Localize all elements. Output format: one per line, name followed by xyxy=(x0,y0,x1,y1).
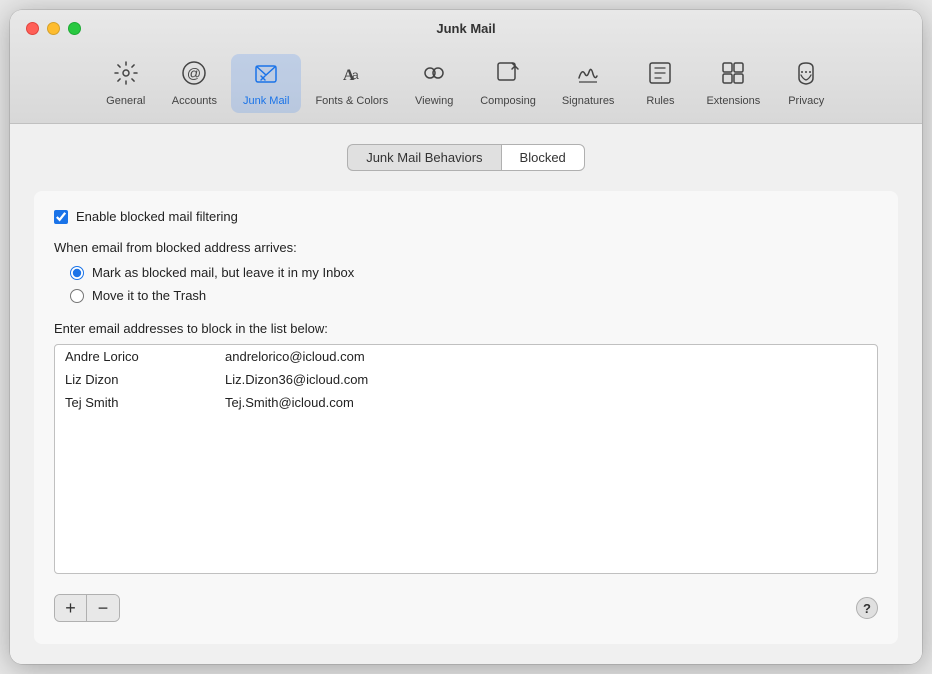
mark-blocked-radio[interactable] xyxy=(70,266,84,280)
composing-label: Composing xyxy=(480,95,536,107)
junk-mail-label: Junk Mail xyxy=(243,95,289,107)
contact-email: Liz.Dizon36@icloud.com xyxy=(215,368,877,391)
accounts-label: Accounts xyxy=(172,95,217,107)
rules-label: Rules xyxy=(646,95,674,107)
toolbar-item-rules[interactable]: Rules xyxy=(628,54,692,113)
contact-email: andrelorico@icloud.com xyxy=(215,345,877,368)
fonts-colors-label: Fonts & Colors xyxy=(315,95,388,107)
accounts-icon: @ xyxy=(181,60,207,91)
viewing-label: Viewing xyxy=(415,95,453,107)
toolbar-item-viewing[interactable]: Viewing xyxy=(402,54,466,113)
viewing-icon xyxy=(421,60,447,91)
when-label: When email from blocked address arrives: xyxy=(54,240,878,255)
enable-filter-checkbox[interactable] xyxy=(54,210,68,224)
move-trash-label: Move it to the Trash xyxy=(92,288,206,303)
bottom-bar: + − ? xyxy=(54,586,878,626)
general-icon xyxy=(113,60,139,91)
tab-junk-mail-behaviors[interactable]: Junk Mail Behaviors xyxy=(347,144,500,171)
svg-text:@: @ xyxy=(187,65,201,81)
toolbar-item-junk-mail[interactable]: Junk Mail xyxy=(231,54,301,113)
move-trash-radio[interactable] xyxy=(70,289,84,303)
extensions-icon xyxy=(720,60,746,91)
maximize-button[interactable] xyxy=(68,22,81,35)
contact-name: Liz Dizon xyxy=(55,368,215,391)
enable-filter-label: Enable blocked mail filtering xyxy=(76,209,238,224)
table-row: Andre Lorico andrelorico@icloud.com xyxy=(55,345,877,368)
signatures-label: Signatures xyxy=(562,95,615,107)
remove-button[interactable]: − xyxy=(87,595,119,621)
toolbar-item-composing[interactable]: Composing xyxy=(468,54,548,113)
enter-label: Enter email addresses to block in the li… xyxy=(54,321,878,336)
radio-row-mark: Mark as blocked mail, but leave it in my… xyxy=(70,265,878,280)
blocked-email-list[interactable]: Andre Lorico andrelorico@icloud.com Liz … xyxy=(54,344,878,574)
main-window: Junk Mail General @ xyxy=(10,10,922,664)
traffic-lights xyxy=(26,22,81,35)
tab-blocked[interactable]: Blocked xyxy=(501,144,585,171)
tab-bar: Junk Mail Behaviors Blocked xyxy=(34,144,898,171)
toolbar-item-signatures[interactable]: Signatures xyxy=(550,54,627,113)
enable-checkbox-row: Enable blocked mail filtering xyxy=(54,209,878,224)
close-button[interactable] xyxy=(26,22,39,35)
content-area: Junk Mail Behaviors Blocked Enable block… xyxy=(10,124,922,664)
blocked-settings-section: Enable blocked mail filtering When email… xyxy=(34,191,898,644)
table-row: Tej Smith Tej.Smith@icloud.com xyxy=(55,391,877,414)
title-bar: Junk Mail General @ xyxy=(10,10,922,124)
privacy-icon xyxy=(793,60,819,91)
privacy-label: Privacy xyxy=(788,95,824,107)
radio-group: Mark as blocked mail, but leave it in my… xyxy=(54,265,878,303)
rules-icon xyxy=(647,60,673,91)
add-remove-group: + − xyxy=(54,594,120,622)
toolbar-item-general[interactable]: General xyxy=(94,54,158,113)
toolbar-item-privacy[interactable]: Privacy xyxy=(774,54,838,113)
signatures-icon xyxy=(575,60,601,91)
extensions-label: Extensions xyxy=(706,95,760,107)
contact-name: Andre Lorico xyxy=(55,345,215,368)
general-label: General xyxy=(106,95,145,107)
help-button[interactable]: ? xyxy=(856,597,878,619)
minimize-button[interactable] xyxy=(47,22,60,35)
composing-icon xyxy=(495,60,521,91)
window-title: Junk Mail xyxy=(436,21,495,36)
junk-mail-icon xyxy=(253,60,279,91)
contact-name: Tej Smith xyxy=(55,391,215,414)
mark-blocked-label: Mark as blocked mail, but leave it in my… xyxy=(92,265,354,280)
contact-email: Tej.Smith@icloud.com xyxy=(215,391,877,414)
svg-text:a: a xyxy=(352,68,359,82)
toolbar-item-accounts[interactable]: @ Accounts xyxy=(160,54,229,113)
blocked-email-table: Andre Lorico andrelorico@icloud.com Liz … xyxy=(55,345,877,414)
table-row: Liz Dizon Liz.Dizon36@icloud.com xyxy=(55,368,877,391)
fonts-icon: A a xyxy=(339,60,365,91)
toolbar: General @ Accounts xyxy=(94,46,839,123)
toolbar-item-extensions[interactable]: Extensions xyxy=(694,54,772,113)
add-button[interactable]: + xyxy=(55,595,87,621)
radio-row-trash: Move it to the Trash xyxy=(70,288,878,303)
toolbar-item-fonts-colors[interactable]: A a Fonts & Colors xyxy=(303,54,400,113)
